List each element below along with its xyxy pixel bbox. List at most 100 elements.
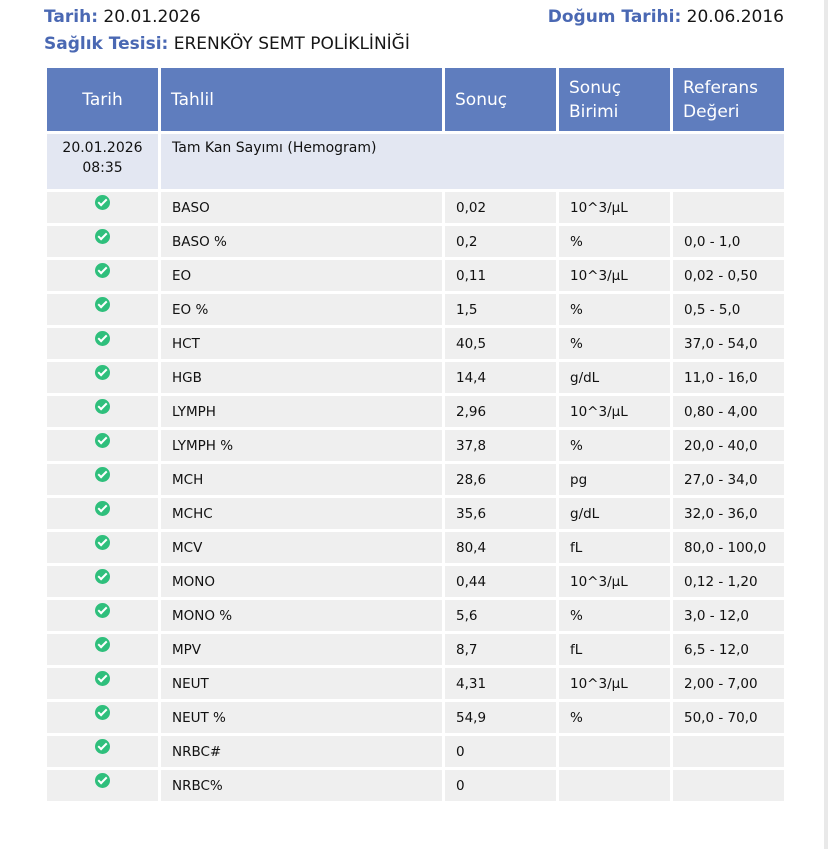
status-cell: [47, 464, 158, 495]
check-circle-icon: [95, 739, 110, 754]
check-circle-icon: [95, 399, 110, 414]
result-cell: 4,31: [445, 668, 556, 699]
status-cell: [47, 362, 158, 393]
group-datetime: 20.01.2026 08:35: [47, 134, 158, 189]
test-name-cell: BASO %: [161, 226, 442, 257]
unit-cell: %: [559, 294, 670, 325]
result-cell: 2,96: [445, 396, 556, 427]
test-name-cell: NEUT: [161, 668, 442, 699]
birth-date: Doğum Tarihi: 20.06.2016: [548, 7, 784, 27]
unit-cell: %: [559, 328, 670, 359]
reference-cell: 11,0 - 16,0: [673, 362, 784, 393]
birth-date-label: Doğum Tarihi:: [547, 7, 682, 27]
status-cell: [47, 634, 158, 665]
test-name-cell: NRBC#: [161, 736, 442, 767]
test-name-cell: MCV: [161, 532, 442, 563]
result-cell: 5,6: [445, 600, 556, 631]
test-name-cell: NEUT %: [161, 702, 442, 733]
status-cell: [47, 430, 158, 461]
test-name-cell: HCT: [161, 328, 442, 359]
table-row: MCHC 35,6 g/dL 32,0 - 36,0: [47, 498, 784, 529]
column-header-unit: Sonuç Birimi: [559, 68, 670, 131]
table-row: MONO % 5,6% 3,0 - 12,0: [47, 600, 784, 631]
test-name-cell: LYMPH: [161, 396, 442, 427]
unit-cell: %: [559, 600, 670, 631]
status-cell: [47, 668, 158, 699]
unit-cell: [559, 736, 670, 767]
check-circle-icon: [95, 229, 110, 244]
lab-results-table: Tarih Tahlil Sonuç Sonuç Birimi Referans…: [44, 65, 787, 804]
table-row: HCT 40,5% 37,0 - 54,0: [47, 328, 784, 359]
result-cell: 0,11: [445, 260, 556, 291]
facility-value: ERENKÖY SEMT POLİKLİNİĞİ: [173, 34, 410, 54]
unit-cell: 10^3/µL: [559, 260, 670, 291]
unit-cell: %: [559, 430, 670, 461]
check-circle-icon: [95, 671, 110, 686]
result-cell: 8,7: [445, 634, 556, 665]
date-value: 20.01.2026: [103, 7, 201, 27]
status-cell: [47, 600, 158, 631]
test-name-cell: MCH: [161, 464, 442, 495]
reference-cell: 0,02 - 0,50: [673, 260, 784, 291]
result-cell: 0,02: [445, 192, 556, 223]
column-header-result: Sonuç: [445, 68, 556, 131]
status-cell: [47, 532, 158, 563]
table-row: MCV 80,4 fL 80,0 - 100,0: [47, 532, 784, 563]
unit-cell: fL: [559, 532, 670, 563]
unit-cell: %: [559, 226, 670, 257]
unit-cell: g/dL: [559, 362, 670, 393]
status-cell: [47, 192, 158, 223]
test-name-cell: BASO: [161, 192, 442, 223]
facility: Sağlık Tesisi: ERENKÖY SEMT POLİKLİNİĞİ: [44, 34, 410, 54]
check-circle-icon: [95, 637, 110, 652]
facility-row: Sağlık Tesisi: ERENKÖY SEMT POLİKLİNİĞİ: [44, 34, 784, 58]
reference-cell: 20,0 - 40,0: [673, 430, 784, 461]
reference-cell: 0,12 - 1,20: [673, 566, 784, 597]
date-label: Tarih:: [44, 7, 98, 27]
report-date: Tarih: 20.01.2026: [44, 7, 201, 27]
check-circle-icon: [95, 331, 110, 346]
reference-cell: 6,5 - 12,0: [673, 634, 784, 665]
test-name-cell: NRBC%: [161, 770, 442, 801]
test-name-cell: MONO: [161, 566, 442, 597]
reference-cell: 0,80 - 4,00: [673, 396, 784, 427]
test-name-cell: HGB: [161, 362, 442, 393]
check-circle-icon: [95, 467, 110, 482]
unit-cell: pg: [559, 464, 670, 495]
reference-cell: [673, 770, 784, 801]
table-row: NRBC% 0: [47, 770, 784, 801]
test-name-cell: MPV: [161, 634, 442, 665]
result-cell: 0: [445, 770, 556, 801]
status-cell: [47, 226, 158, 257]
check-circle-icon: [95, 535, 110, 550]
reference-cell: 37,0 - 54,0: [673, 328, 784, 359]
result-cell: 54,9: [445, 702, 556, 733]
result-cell: 40,5: [445, 328, 556, 359]
unit-cell: 10^3/µL: [559, 566, 670, 597]
check-circle-icon: [95, 433, 110, 448]
test-name-cell: EO %: [161, 294, 442, 325]
table-row: MCH 28,6 pg 27,0 - 34,0: [47, 464, 784, 495]
table-row: NEUT % 54,9% 50,0 - 70,0: [47, 702, 784, 733]
test-name-cell: MONO %: [161, 600, 442, 631]
date-row: Tarih: 20.01.2026 Doğum Tarihi: 20.06.20…: [44, 7, 784, 31]
status-cell: [47, 260, 158, 291]
test-name-cell: EO: [161, 260, 442, 291]
table-row: LYMPH 2,96 10^3/µL 0,80 - 4,00: [47, 396, 784, 427]
result-cell: 14,4: [445, 362, 556, 393]
result-cell: 0,2: [445, 226, 556, 257]
table-row: BASO % 0,2% 0,0 - 1,0: [47, 226, 784, 257]
status-cell: [47, 770, 158, 801]
reference-cell: 32,0 - 36,0: [673, 498, 784, 529]
check-circle-icon: [95, 195, 110, 210]
window-edge: [824, 0, 828, 849]
facility-label: Sağlık Tesisi:: [44, 34, 169, 54]
unit-cell: 10^3/µL: [559, 396, 670, 427]
table-row: BASO 0,02 10^3/µL: [47, 192, 784, 223]
unit-cell: 10^3/µL: [559, 668, 670, 699]
result-cell: 0,44: [445, 566, 556, 597]
column-header-test: Tahlil: [161, 68, 442, 131]
check-circle-icon: [95, 263, 110, 278]
result-cell: 80,4: [445, 532, 556, 563]
table-header: Tarih Tahlil Sonuç Sonuç Birimi Referans…: [47, 68, 784, 131]
